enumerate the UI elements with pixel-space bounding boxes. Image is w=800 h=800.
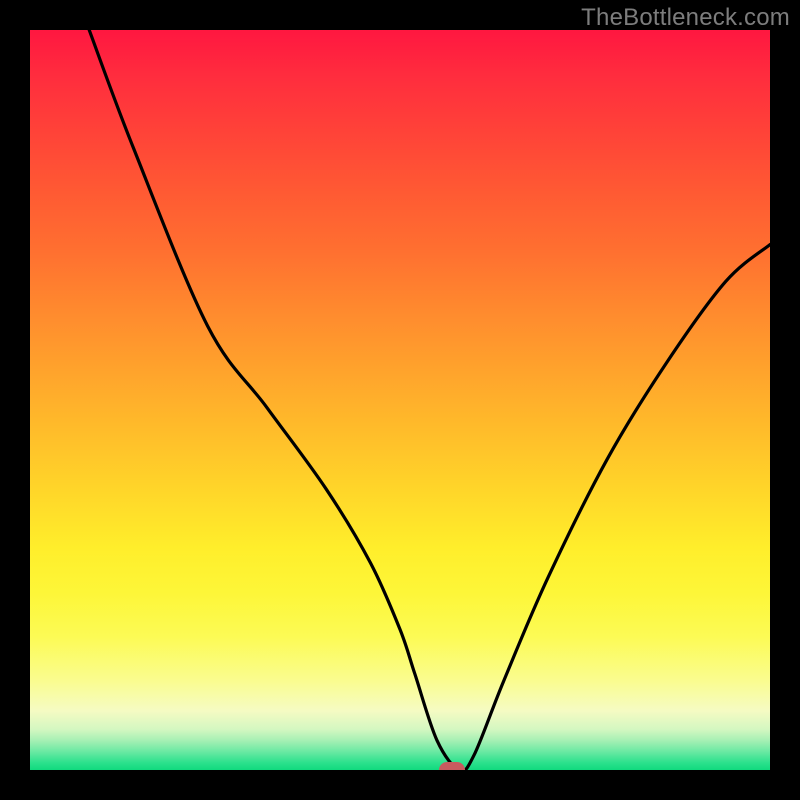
optimum-marker [439, 762, 465, 770]
watermark-text: TheBottleneck.com [581, 4, 790, 32]
chart-frame: TheBottleneck.com [0, 0, 800, 800]
plot-area [30, 30, 770, 770]
curve-path [89, 30, 770, 770]
bottleneck-curve [30, 30, 770, 770]
